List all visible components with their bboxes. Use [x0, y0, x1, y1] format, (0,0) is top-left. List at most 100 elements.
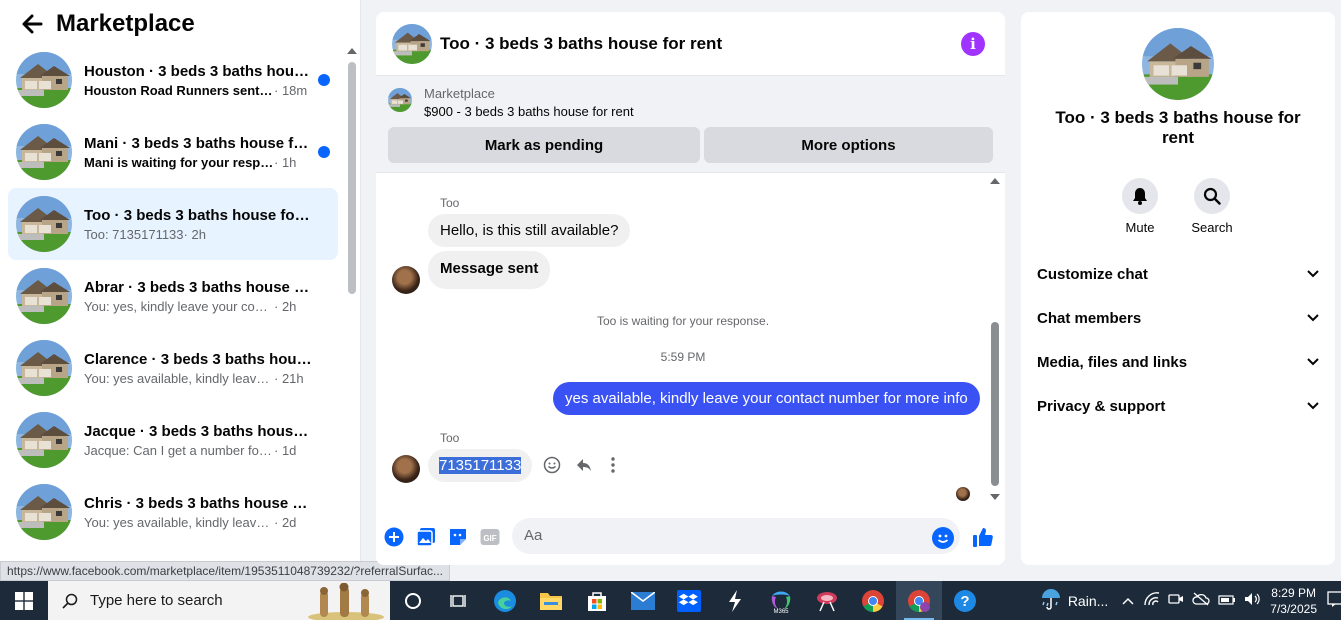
microsoft-365-icon[interactable]: M365: [758, 581, 804, 620]
chat-title[interactable]: Too · 3 beds 3 baths house for rent: [440, 34, 722, 54]
chevron-down-icon: [1307, 314, 1319, 322]
scroll-up-arrow-icon[interactable]: [990, 178, 1000, 184]
conversation-snippet: You: yes available, kindly leave your...: [84, 514, 274, 530]
conversation-item[interactable]: Chris · 3 beds 3 baths house for ... You…: [8, 476, 338, 548]
outgoing-message[interactable]: yes available, kindly leave your contact…: [553, 382, 980, 415]
media-files-links-section[interactable]: Media, files and links: [1037, 340, 1319, 384]
listing-thumbnail: [16, 412, 72, 468]
listing-price-title[interactable]: $900 - 3 beds 3 baths house for rent: [424, 104, 634, 119]
edge-browser-icon[interactable]: [482, 581, 528, 620]
conversation-item[interactable]: Abrar · 3 beds 3 baths house for... You:…: [8, 260, 338, 332]
chevron-down-icon: [1307, 402, 1319, 410]
chat-members-section[interactable]: Chat members: [1037, 296, 1319, 340]
chrome-profile-icon[interactable]: [896, 581, 942, 620]
conversation-time: · 1h: [274, 154, 297, 170]
more-options-button[interactable]: More options: [704, 127, 993, 163]
customize-chat-section[interactable]: Customize chat: [1037, 252, 1319, 296]
unread-dot: [318, 146, 330, 158]
message-input[interactable]: Aa: [512, 518, 960, 554]
chat-scroll-thumb[interactable]: [991, 322, 999, 486]
sender-name: Too: [440, 196, 460, 210]
gif-icon[interactable]: GIF: [480, 527, 500, 547]
reply-icon[interactable]: [575, 456, 593, 479]
listing-thumbnail[interactable]: [388, 88, 412, 112]
more-vertical-icon[interactable]: [607, 456, 619, 479]
listing-thumbnail: [16, 124, 72, 180]
battery-icon[interactable]: [1218, 594, 1236, 608]
sidebar-scrollbar[interactable]: [347, 48, 357, 568]
conversation-info-panel: Too · 3 beds 3 baths house for rent Mute…: [1021, 12, 1335, 565]
cortana-icon[interactable]: [390, 581, 436, 620]
task-view-icon[interactable]: [436, 581, 482, 620]
listing-thumbnail: [16, 268, 72, 324]
message-composer: GIF Aa: [376, 514, 1005, 560]
sidebar-scroll-thumb[interactable]: [348, 62, 356, 294]
chat-scrollbar[interactable]: [990, 178, 1000, 504]
chevron-up-icon[interactable]: [1122, 594, 1134, 608]
emoji-icon[interactable]: [932, 527, 954, 549]
message-thread: Too Hello, is this still available? Mess…: [376, 174, 1005, 504]
message-timestamp: 5:59 PM: [660, 350, 706, 364]
conversation-time: · 2h: [274, 298, 297, 314]
listing-thumbnail: [16, 52, 72, 108]
conversation-item[interactable]: Mani · 3 beds 3 baths house fo... Mani i…: [8, 116, 338, 188]
microsoft-store-icon[interactable]: [574, 581, 620, 620]
chevron-down-icon: [1307, 270, 1319, 278]
conversation-time: · 1d: [274, 442, 297, 458]
conversation-item[interactable]: Clarence · 3 beds 3 baths house ... You:…: [8, 332, 338, 404]
react-emoji-icon[interactable]: [543, 456, 561, 479]
message-actions: [543, 456, 619, 479]
info-icon[interactable]: i: [961, 32, 985, 56]
conversation-time: · 2h: [183, 226, 206, 242]
taskbar-clock[interactable]: 8:29 PM 7/3/2025: [1270, 585, 1317, 617]
dropbox-icon[interactable]: [666, 581, 712, 620]
incoming-message[interactable]: 7135171133: [428, 449, 533, 482]
mail-icon[interactable]: [620, 581, 666, 620]
windows-start-icon[interactable]: [0, 581, 48, 620]
privacy-support-section[interactable]: Privacy & support: [1037, 384, 1319, 428]
conversation-item[interactable]: Jacque · 3 beds 3 baths house fo... Jacq…: [8, 404, 338, 476]
bell-icon: [1122, 178, 1158, 214]
mute-button[interactable]: Mute: [1110, 178, 1170, 235]
search-icon: [1194, 178, 1230, 214]
plus-circle-icon[interactable]: [384, 527, 404, 547]
help-icon[interactable]: ?: [942, 581, 988, 620]
snipping-tool-icon[interactable]: [804, 581, 850, 620]
rain-weather-icon[interactable]: [1040, 588, 1062, 613]
lightning-app-icon[interactable]: [712, 581, 758, 620]
selected-phone-number[interactable]: 7135171133: [439, 457, 522, 474]
meet-now-icon[interactable]: [1168, 592, 1184, 609]
notification-icon[interactable]: [1327, 591, 1341, 610]
attach-image-icon[interactable]: [416, 527, 436, 547]
mark-as-pending-button[interactable]: Mark as pending: [388, 127, 700, 163]
sender-name: Too: [440, 431, 460, 445]
thumbs-up-icon[interactable]: [972, 526, 994, 553]
sticker-icon[interactable]: [448, 527, 468, 547]
search-icon: [62, 593, 78, 609]
conversation-snippet: You: yes available, kindly leave yo...: [84, 370, 274, 386]
conversation-list: Houston · 3 beds 3 baths hous... Houston…: [8, 44, 338, 548]
chevron-down-icon: [1307, 358, 1319, 366]
chat-avatar[interactable]: [392, 24, 432, 64]
conversation-item[interactable]: Houston · 3 beds 3 baths hous... Houston…: [8, 44, 338, 116]
incoming-message[interactable]: Message sent: [428, 251, 551, 289]
listing-thumbnail: [16, 340, 72, 396]
contact-avatar[interactable]: [392, 455, 420, 483]
scroll-down-arrow-icon[interactable]: [990, 494, 1000, 500]
back-arrow-icon[interactable]: [12, 4, 52, 44]
volume-icon[interactable]: [1244, 592, 1260, 609]
search-button[interactable]: Search: [1182, 178, 1242, 235]
contact-avatar[interactable]: [392, 266, 420, 294]
incoming-message[interactable]: Hello, is this still available?: [428, 214, 631, 247]
chrome-icon[interactable]: [850, 581, 896, 620]
conversation-snippet: You: yes, kindly leave your contact ...: [84, 298, 274, 314]
listing-avatar-large[interactable]: [1142, 28, 1214, 100]
cloud-offline-icon[interactable]: [1192, 592, 1210, 609]
file-explorer-icon[interactable]: [528, 581, 574, 620]
weather-text[interactable]: Rain...: [1068, 593, 1108, 609]
conversation-title: Jacque · 3 beds 3 baths house fo...: [84, 422, 312, 440]
conversation-item-active[interactable]: Too · 3 beds 3 baths house for r... Too:…: [8, 188, 338, 260]
wifi-icon[interactable]: [1144, 592, 1160, 609]
scroll-up-arrow-icon[interactable]: [347, 48, 357, 54]
taskbar-search-box[interactable]: Type here to search: [48, 581, 390, 620]
